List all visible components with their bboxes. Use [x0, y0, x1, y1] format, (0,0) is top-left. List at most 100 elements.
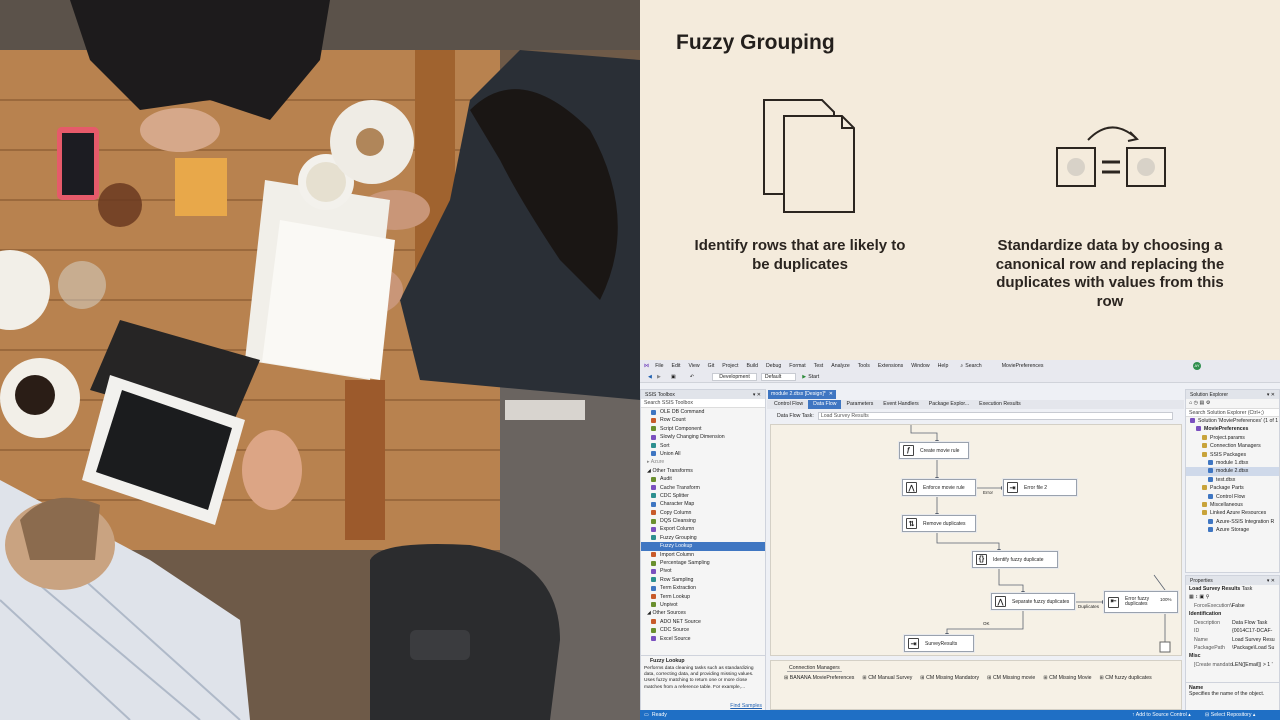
toolbox-item-percentage-sampling[interactable]: Percentage Sampling: [641, 559, 765, 567]
start-icon[interactable]: ▶: [802, 374, 806, 380]
connection-manager-item[interactable]: ⊞ BANANA.MoviePreferences: [784, 675, 854, 681]
select-repository[interactable]: ⊟ Select Repository ▴: [1205, 712, 1256, 718]
connection-manager-item[interactable]: ⊞ CM Missing movie: [987, 675, 1035, 681]
toolbox-search-input[interactable]: Search SSIS Toolbox: [641, 399, 765, 408]
toolbox-item-pivot[interactable]: Pivot: [641, 567, 765, 575]
connection-manager-item[interactable]: ⊞ CM fuzzy duplicates: [1099, 675, 1151, 681]
user-avatar[interactable]: AY: [1193, 362, 1201, 370]
designer-tab-event-handlers[interactable]: Event Handlers: [878, 400, 923, 409]
solution-item-connection-managers[interactable]: Connection Managers: [1186, 442, 1279, 450]
node-remove-duplicates[interactable]: ⇅ Remove duplicates: [902, 515, 976, 532]
solution-item-azure-ssis-integration-r[interactable]: Azure-SSIS Integration R: [1186, 518, 1279, 526]
back-icon[interactable]: ◀: [648, 374, 652, 380]
toolbox-group-other-sources[interactable]: ◢ Other Sources: [641, 609, 765, 617]
doc-tab[interactable]: module 2.dtsx [Design]* ✕: [768, 390, 837, 399]
property-row[interactable]: ForceExecutionV False: [1186, 603, 1279, 611]
toolbox-group-other-transforms[interactable]: ◢ Other Transforms: [641, 467, 765, 475]
toolbox-item-fuzzy-grouping[interactable]: Fuzzy Grouping: [641, 534, 765, 542]
toolbox-item-ado-net-source[interactable]: ADO NET Source: [641, 618, 765, 626]
node-error-fuzzy-duplicates[interactable]: ⇤ Error fuzzy duplicates: [1104, 591, 1178, 613]
properties-close-icon[interactable]: ▾ ✕: [1267, 578, 1275, 584]
property-row[interactable]: Description Data Flow Task: [1186, 620, 1279, 628]
solution-item-miscellaneous[interactable]: Miscellaneous: [1186, 501, 1279, 509]
toolbox-item-script-component[interactable]: Script Component: [641, 425, 765, 433]
solution-item-linked-azure-resources[interactable]: Linked Azure Resources: [1186, 509, 1279, 517]
toolbox-item-dqs-cleansing[interactable]: DQS Cleansing: [641, 517, 765, 525]
toolbox-item-excel-source[interactable]: Excel Source: [641, 635, 765, 643]
forward-icon[interactable]: ▶: [657, 374, 661, 380]
solution-search-input[interactable]: Search Solution Explorer (Ctrl+;): [1186, 408, 1279, 417]
save-icon[interactable]: ▣: [671, 374, 676, 380]
toolbox-item-copy-column[interactable]: Copy Column: [641, 509, 765, 517]
menu-help[interactable]: Help: [938, 363, 949, 369]
solution-item-ssis-packages[interactable]: SSIS Packages: [1186, 451, 1279, 459]
toolbox-group-azure[interactable]: ▸ Azure: [641, 458, 765, 466]
pin-icon[interactable]: ▾ ✕: [753, 392, 761, 398]
find-samples-link[interactable]: Find Samples: [730, 703, 762, 709]
toolbox-item-row-sampling[interactable]: Row Sampling: [641, 576, 765, 584]
designer-tab-package-explor[interactable]: Package Explor...: [924, 400, 974, 409]
menu-git[interactable]: Git: [708, 363, 715, 369]
node-enforce-movie-rule[interactable]: ⋀ Enforce movie rule: [902, 479, 976, 496]
designer-tab-parameters[interactable]: Parameters: [841, 400, 878, 409]
toolbox-item-term-lookup[interactable]: Term Lookup: [641, 593, 765, 601]
menu-format[interactable]: Format: [789, 363, 805, 369]
toolbox-item-audit[interactable]: Audit: [641, 475, 765, 483]
config-select[interactable]: Development: [712, 373, 757, 381]
solution-item-control-flow[interactable]: Control Flow: [1186, 493, 1279, 501]
search-icon[interactable]: ⌕: [960, 363, 963, 370]
toolbox-item-unpivot[interactable]: Unpivot: [641, 601, 765, 609]
toolbox-item-export-column[interactable]: Export Column: [641, 525, 765, 533]
platform-select[interactable]: Default: [760, 373, 797, 381]
close-tab-icon[interactable]: ✕: [829, 391, 833, 397]
node-create-movie-rule[interactable]: ƒ Create movie rule: [899, 442, 969, 459]
toolbox-item-cdc-source[interactable]: CDC Source: [641, 626, 765, 634]
toolbox-item-character-map[interactable]: Character Map: [641, 500, 765, 508]
toolbox-item-cache-transform[interactable]: Cache Transform: [641, 484, 765, 492]
solution-item-azure-storage[interactable]: Azure Storage: [1186, 526, 1279, 534]
toolbox-item-import-column[interactable]: Import Column: [641, 551, 765, 559]
designer-tab-execution-results[interactable]: Execution Results: [974, 400, 1026, 409]
menu-project[interactable]: Project: [722, 363, 738, 369]
solution-item-module-2-dtsx[interactable]: module 2.dtsx: [1186, 467, 1279, 476]
solution-item-project-params[interactable]: Project.params: [1186, 434, 1279, 442]
property-row[interactable]: Misc: [1186, 653, 1279, 661]
solution-item-solution-moviepreferences-1-of-1[interactable]: Solution 'MoviePreferences' (1 of 1: [1186, 417, 1279, 425]
designer-tab-data-flow[interactable]: Data Flow: [808, 400, 842, 409]
toolbox-item-union-all[interactable]: Union All: [641, 450, 765, 458]
toolbox-item-sort[interactable]: Sort: [641, 442, 765, 450]
toolbox-item-ole-db-command[interactable]: OLE DB Command: [641, 408, 765, 416]
menu-test[interactable]: Test: [814, 363, 824, 369]
solution-item-test-dtsx[interactable]: test.dtsx: [1186, 476, 1279, 484]
node-identify-fuzzy-duplicate[interactable]: {} Identify fuzzy duplicate: [972, 551, 1058, 568]
menu-window[interactable]: Window: [911, 363, 929, 369]
menu-tools[interactable]: Tools: [858, 363, 870, 369]
zoom-level[interactable]: 100%: [1160, 597, 1172, 602]
designer-tab-control-flow[interactable]: Control Flow: [769, 400, 808, 409]
menu-extensions[interactable]: Extensions: [878, 363, 903, 369]
menu-analyze[interactable]: Analyze: [831, 363, 849, 369]
solution-item-moviepreferences[interactable]: MoviePreferences: [1186, 425, 1279, 433]
solution-explorer-close-icon[interactable]: ▾ ✕: [1267, 392, 1275, 398]
dft-select[interactable]: Load Survey Results: [817, 412, 1173, 420]
toolbox-item-cdc-splitter[interactable]: CDC Splitter: [641, 492, 765, 500]
undo-icon[interactable]: ↶: [690, 374, 694, 380]
menu-file[interactable]: File: [655, 363, 663, 369]
toolbox-item-slowly-changing-dimension[interactable]: Slowly Changing Dimension: [641, 433, 765, 441]
node-error-file[interactable]: ⇥ Error file 2: [1003, 479, 1077, 496]
solution-item-module-1-dtsx[interactable]: module 1.dtsx: [1186, 459, 1279, 467]
menu-debug[interactable]: Debug: [766, 363, 781, 369]
toolbox-item-row-count[interactable]: Row Count: [641, 416, 765, 424]
connection-manager-item[interactable]: ⊞ CM Manual Survey: [862, 675, 912, 681]
property-row[interactable]: Identification: [1186, 611, 1279, 619]
menu-view[interactable]: View: [689, 363, 700, 369]
node-separate-fuzzy-duplicates[interactable]: ⋀ Separate fuzzy duplicates: [991, 593, 1075, 610]
menu-edit[interactable]: Edit: [672, 363, 681, 369]
add-to-source-control[interactable]: ↑ Add to Source Control ▴: [1132, 712, 1191, 718]
solution-item-package-parts[interactable]: Package Parts: [1186, 484, 1279, 492]
property-row[interactable]: Name Load Survey Resu: [1186, 637, 1279, 645]
property-row[interactable]: [Create mandato LEN([Email]) > 1 ': [1186, 662, 1279, 670]
node-survey-results[interactable]: ⇥ SurveyResults: [904, 635, 974, 652]
property-row[interactable]: ID {0014C17-DCAF-: [1186, 628, 1279, 636]
vs-search-button[interactable]: Search: [965, 363, 981, 369]
